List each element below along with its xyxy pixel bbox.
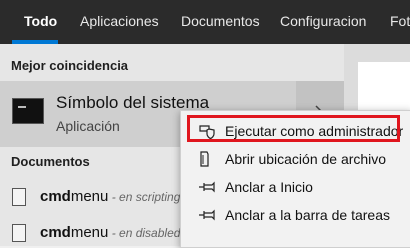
menu-item-label: Anclar a Inicio bbox=[225, 179, 313, 195]
document-icon bbox=[12, 224, 26, 242]
documents-header: Documentos bbox=[11, 154, 90, 169]
tab-aplicaciones[interactable]: Aplicaciones bbox=[80, 13, 159, 29]
tab-fotos[interactable]: Foto bbox=[390, 13, 410, 29]
document-name: cmdmenu - en scripting bbox=[40, 188, 181, 205]
tab-documentos[interactable]: Documentos bbox=[181, 13, 260, 29]
menu-item-label: Anclar a la barra de tareas bbox=[225, 207, 390, 223]
pin-icon bbox=[199, 209, 215, 221]
best-match-header: Mejor coincidencia bbox=[11, 58, 129, 73]
folder-icon bbox=[200, 151, 209, 167]
menu-item-label: Abrir ubicación de archivo bbox=[225, 151, 387, 167]
tab-configuracion[interactable]: Configuracion bbox=[280, 13, 366, 29]
tab-todo[interactable]: Todo bbox=[24, 13, 57, 29]
menu-item-run-as-admin[interactable]: Ejecutar como administrador bbox=[181, 117, 409, 145]
document-icon bbox=[12, 188, 26, 206]
context-menu: Ejecutar como administrador Abrir ubicac… bbox=[180, 110, 410, 248]
search-filter-tabs: Todo Aplicaciones Documentos Configuraci… bbox=[0, 0, 410, 44]
shield-icon bbox=[199, 125, 215, 140]
menu-item-open-file-location[interactable]: Abrir ubicación de archivo bbox=[181, 145, 409, 173]
pin-icon bbox=[199, 181, 215, 193]
best-match-subtitle: Aplicación bbox=[56, 118, 120, 134]
menu-item-pin-to-start[interactable]: Anclar a Inicio bbox=[181, 173, 409, 201]
menu-item-pin-to-taskbar[interactable]: Anclar a la barra de tareas bbox=[181, 201, 409, 229]
document-name: cmdmenu - en disabled bbox=[40, 224, 181, 241]
command-prompt-icon bbox=[12, 98, 44, 124]
menu-item-label: Ejecutar como administrador bbox=[225, 123, 404, 139]
